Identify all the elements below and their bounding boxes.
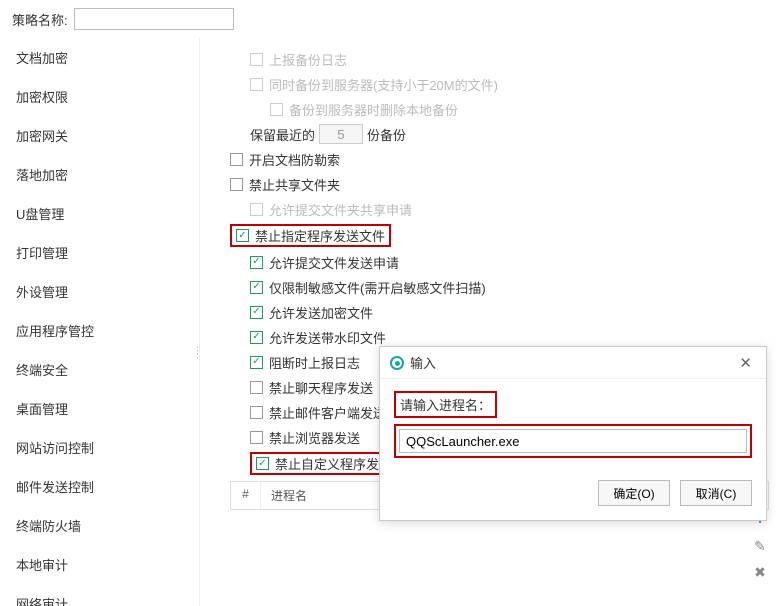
checkbox-ransom-protect[interactable] bbox=[230, 153, 243, 166]
label-forbid-browser: 禁止浏览器发送 bbox=[269, 428, 360, 447]
label-keep-recent-prefix: 保留最近的 bbox=[250, 125, 315, 144]
sidebar-item-mail-send[interactable]: 邮件发送控制 bbox=[0, 467, 199, 506]
col-process: 进程名 bbox=[261, 482, 317, 509]
label-allow-watermark: 允许发送带水印文件 bbox=[269, 328, 386, 347]
checkbox-only-sensitive[interactable] bbox=[250, 281, 263, 294]
checkbox-allow-file-send-apply[interactable] bbox=[250, 256, 263, 269]
delete-icon[interactable]: ✖ bbox=[751, 563, 769, 581]
input-dialog: 输入 ✕ 请输入进程名： 确定(O) 取消(C) bbox=[379, 346, 767, 521]
label-forbid-mail-client: 禁止邮件客户端发送 bbox=[269, 403, 386, 422]
sidebar-item-encrypt-gateway[interactable]: 加密网关 bbox=[0, 116, 199, 155]
label-forbid-program-send: 禁止指定程序发送文件 bbox=[255, 226, 385, 245]
label-forbid-share: 禁止共享文件夹 bbox=[249, 175, 340, 194]
checkbox-forbid-browser[interactable] bbox=[250, 431, 263, 444]
label-ransom-protect: 开启文档防勒索 bbox=[249, 150, 340, 169]
sidebar-item-peripheral[interactable]: 外设管理 bbox=[0, 272, 199, 311]
sidebar-item-doc-encrypt[interactable]: 文档加密 bbox=[0, 38, 199, 77]
checkbox-forbid-custom[interactable] bbox=[256, 457, 269, 470]
label-allow-share-apply: 允许提交文件夹共享申请 bbox=[269, 200, 412, 219]
checkbox-allow-encrypted[interactable] bbox=[250, 306, 263, 319]
cancel-button[interactable]: 取消(C) bbox=[680, 480, 752, 506]
label-delete-local: 备份到服务器时删除本地备份 bbox=[289, 100, 458, 119]
ok-button[interactable]: 确定(O) bbox=[598, 480, 670, 506]
sidebar-item-usb[interactable]: U盘管理 bbox=[0, 194, 199, 233]
checkbox-forbid-share[interactable] bbox=[230, 178, 243, 191]
sidebar-item-app-control[interactable]: 应用程序管控 bbox=[0, 311, 199, 350]
close-icon[interactable]: ✕ bbox=[735, 354, 756, 372]
sidebar-item-desktop[interactable]: 桌面管理 bbox=[0, 389, 199, 428]
label-log-on-block: 阻断时上报日志 bbox=[269, 353, 360, 372]
process-name-input[interactable] bbox=[399, 429, 747, 453]
edit-icon[interactable]: ✎ bbox=[751, 537, 769, 555]
sidebar-item-endpoint-security[interactable]: 终端安全 bbox=[0, 350, 199, 389]
sidebar-item-local-audit[interactable]: 本地审计 bbox=[0, 545, 199, 584]
policy-name-input[interactable] bbox=[74, 8, 234, 30]
dialog-icon bbox=[390, 356, 404, 370]
sidebar-item-encrypt-perm[interactable]: 加密权限 bbox=[0, 77, 199, 116]
checkbox-forbid-program-send[interactable] bbox=[236, 229, 249, 242]
label-keep-recent-suffix: 份备份 bbox=[367, 125, 406, 144]
dialog-label: 请输入进程名： bbox=[400, 398, 491, 413]
checkbox-allow-watermark[interactable] bbox=[250, 331, 263, 344]
keep-recent-input[interactable] bbox=[319, 124, 363, 144]
checkbox-allow-share-apply[interactable] bbox=[250, 203, 263, 216]
label-forbid-custom: 禁止自定义程序发送 bbox=[275, 454, 392, 473]
label-only-sensitive: 仅限制敏感文件(需开启敏感文件扫描) bbox=[269, 278, 486, 297]
label-forbid-chat: 禁止聊天程序发送 bbox=[269, 378, 373, 397]
sidebar-item-firewall[interactable]: 终端防火墙 bbox=[0, 506, 199, 545]
sidebar: 文档加密 加密权限 加密网关 落地加密 U盘管理 打印管理 外设管理 应用程序管… bbox=[0, 38, 200, 606]
dialog-title: 输入 bbox=[410, 353, 735, 372]
sidebar-item-landing-encrypt[interactable]: 落地加密 bbox=[0, 155, 199, 194]
checkbox-upload-backup-log[interactable] bbox=[250, 53, 263, 66]
label-upload-backup-log: 上报备份日志 bbox=[269, 50, 347, 69]
checkbox-log-on-block[interactable] bbox=[250, 356, 263, 369]
policy-name-label: 策略名称: bbox=[12, 10, 68, 29]
checkbox-forbid-mail-client[interactable] bbox=[250, 406, 263, 419]
checkbox-backup-to-server[interactable] bbox=[250, 78, 263, 91]
resize-handle-icon[interactable]: ⋮⋮ bbox=[193, 348, 200, 356]
sidebar-item-web-access[interactable]: 网站访问控制 bbox=[0, 428, 199, 467]
checkbox-forbid-chat[interactable] bbox=[250, 381, 263, 394]
label-allow-file-send-apply: 允许提交文件发送申请 bbox=[269, 253, 399, 272]
col-hash: # bbox=[231, 482, 261, 509]
label-backup-to-server: 同时备份到服务器(支持小于20M的文件) bbox=[269, 75, 498, 94]
label-allow-encrypted: 允许发送加密文件 bbox=[269, 303, 373, 322]
sidebar-item-network-audit[interactable]: 网络审计 bbox=[0, 584, 199, 606]
checkbox-delete-local[interactable] bbox=[270, 103, 283, 116]
sidebar-item-print[interactable]: 打印管理 bbox=[0, 233, 199, 272]
